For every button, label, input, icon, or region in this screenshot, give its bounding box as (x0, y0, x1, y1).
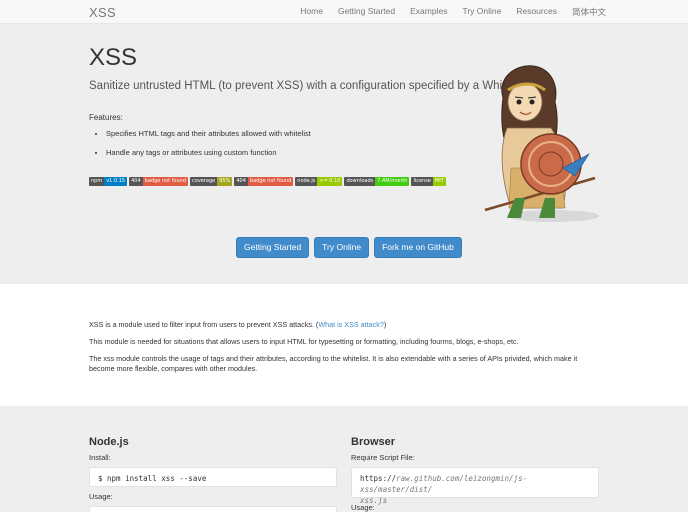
what-is-xss-link[interactable]: What is XSS attack? (318, 320, 384, 329)
warrior-illustration (484, 65, 599, 222)
hero-section: XSS Sanitize untrusted HTML (to prevent … (0, 24, 688, 284)
node-usage-label: Usage: (89, 492, 113, 501)
nav-try-online[interactable]: Try Online (462, 6, 501, 18)
features-list: Specifies HTML tags and their attributes… (106, 129, 311, 167)
fork-github-button[interactable]: Fork me on GitHub (374, 237, 462, 258)
hero-subtitle: Sanitize untrusted HTML (to prevent XSS)… (89, 80, 529, 92)
badge-dependencies[interactable]: 404 badge not found (234, 177, 294, 186)
feature-item: Specifies HTML tags and their attributes… (106, 129, 311, 138)
nav-examples[interactable]: Examples (410, 6, 447, 18)
usage-section: Node.js Install: $ npm install xss --sav… (0, 406, 688, 512)
badge-coverage[interactable]: coverage 95% (190, 177, 233, 186)
hero-title: XSS (89, 44, 138, 71)
badge-license[interactable]: license MIT (411, 177, 446, 186)
feature-item: Handle any tags or attributes using cust… (106, 148, 311, 157)
install-label: Install: (89, 453, 111, 462)
description: XSS is a module used to filter input fro… (89, 320, 601, 381)
badge-downloads[interactable]: downloads 7.4M/month (344, 177, 410, 186)
getting-started-button[interactable]: Getting Started (236, 237, 310, 258)
nav-resources[interactable]: Resources (516, 6, 557, 18)
try-online-button[interactable]: Try Online (314, 237, 370, 258)
browser-usage-label: Usage: (351, 503, 375, 512)
brand-logo[interactable]: XSS (89, 5, 116, 20)
node-usage-code (89, 506, 337, 512)
browser-title: Browser (351, 436, 396, 448)
badge-node[interactable]: node.js >= 0.10 (295, 177, 343, 186)
nav-home[interactable]: Home (300, 6, 323, 18)
desc-paragraph-3: The xss module controls the usage of tag… (89, 354, 578, 373)
desc-paragraph-2: This module is needed for situations tha… (89, 337, 519, 346)
badge-npm[interactable]: npm v1.0.15 (89, 177, 128, 186)
nav-chinese[interactable]: 简体中文 (572, 6, 606, 18)
badge-build[interactable]: 404 badge not found (129, 177, 189, 186)
install-command: $ npm install xss --save (89, 467, 337, 487)
require-script-label: Require Script File: (351, 453, 415, 462)
features-label: Features: (89, 113, 123, 122)
nav-links: Home Getting Started Examples Try Online… (285, 6, 606, 18)
hero-buttons: Getting Started Try Online Fork me on Gi… (236, 237, 462, 258)
nodejs-title: Node.js (89, 436, 129, 448)
navbar: XSS Home Getting Started Examples Try On… (0, 0, 688, 24)
script-url: https://raw.github.com/leizongmin/js-xss… (351, 467, 599, 505)
nav-getting-started[interactable]: Getting Started (338, 6, 395, 18)
desc-paragraph-1: XSS is a module used to filter input fro… (89, 320, 387, 329)
badges-row: npm v1.0.15 404 badge not found coverage 95… (89, 177, 446, 186)
